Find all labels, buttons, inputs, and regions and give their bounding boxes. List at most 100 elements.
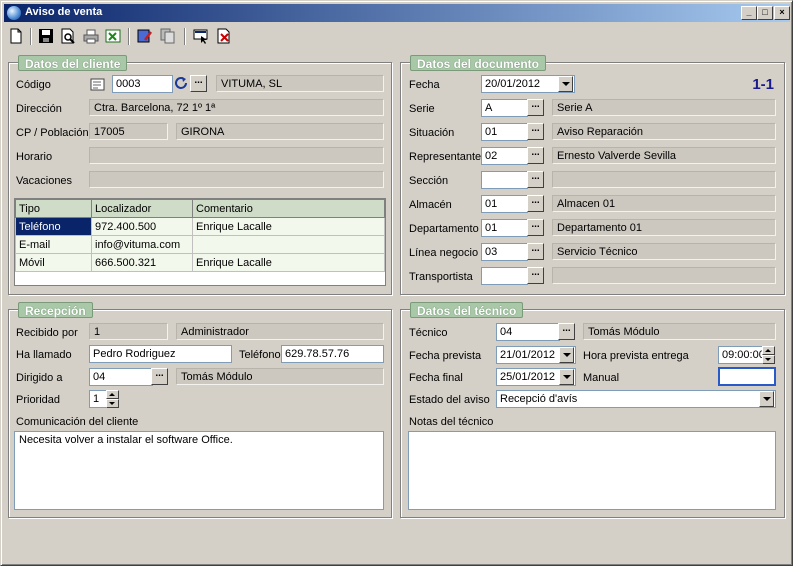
notas-label: Notas del técnico	[409, 416, 494, 428]
prioridad-spinner[interactable]	[106, 390, 119, 408]
edit-icon[interactable]	[136, 27, 154, 45]
fecha-label: Fecha	[409, 79, 440, 91]
linea-field[interactable]: 03	[481, 243, 528, 261]
codigo-lookup-button[interactable]: ...	[190, 75, 207, 92]
document-number: 1-1	[752, 76, 774, 93]
fecha-final-dropdown-button[interactable]	[559, 369, 574, 385]
tecnico-lookup-button[interactable]: ...	[558, 323, 575, 340]
linea-label: Línea negocio	[409, 247, 479, 259]
window-title: Aviso de venta	[25, 6, 103, 18]
recibido-desc: Administrador	[176, 323, 384, 340]
grid-cell[interactable]: Teléfono	[15, 217, 92, 236]
estado-label: Estado del aviso	[409, 394, 490, 406]
select-icon[interactable]	[192, 27, 210, 45]
almacen-desc: Almacen 01	[552, 195, 776, 212]
transportista-lookup-button[interactable]: ...	[527, 267, 544, 284]
horario-field	[89, 147, 384, 164]
prioridad-label: Prioridad	[16, 394, 61, 406]
grid-cell[interactable]: 666.500.321	[91, 253, 193, 272]
serie-lookup-button[interactable]: ...	[527, 99, 544, 116]
fecha-final-label: Fecha final	[409, 372, 463, 384]
save-icon[interactable]	[37, 27, 55, 45]
minimize-button[interactable]: _	[741, 6, 757, 20]
maximize-button[interactable]: □	[757, 6, 773, 20]
llamado-field[interactable]: Pedro Rodriguez	[89, 345, 232, 363]
transportista-label: Transportista	[409, 271, 473, 283]
serie-field[interactable]: A	[481, 99, 528, 117]
departamento-field[interactable]: 01	[481, 219, 528, 237]
comunicacion-label: Comunicación del cliente	[16, 416, 139, 428]
situacion-field[interactable]: 01	[481, 123, 528, 141]
prioridad-field[interactable]: 1	[89, 390, 107, 408]
cp-field: 17005	[89, 123, 168, 140]
table-row[interactable]: Móvil 666.500.321 Enrique Lacalle	[15, 253, 385, 272]
telefono-field[interactable]: 629.78.57.76	[281, 345, 384, 363]
grid-header[interactable]: Tipo	[15, 199, 92, 218]
contactos-grid[interactable]: Tipo Localizador Comentario Teléfono 972…	[14, 198, 386, 286]
close-button[interactable]: ×	[774, 6, 790, 20]
hora-spinner[interactable]	[762, 346, 775, 364]
toolbar	[4, 24, 790, 48]
fecha-prevista-label: Fecha prevista	[409, 350, 482, 362]
delete-icon[interactable]	[215, 27, 233, 45]
tecnico-field[interactable]: 04	[496, 323, 560, 341]
print-icon[interactable]	[82, 27, 100, 45]
dirigido-lookup-button[interactable]: ...	[151, 368, 168, 385]
almacen-label: Almacén	[409, 199, 452, 211]
almacen-lookup-button[interactable]: ...	[527, 195, 544, 212]
fecha-dropdown-button[interactable]	[558, 76, 573, 92]
seccion-lookup-button[interactable]: ...	[527, 171, 544, 188]
situacion-label: Situación	[409, 127, 455, 139]
grid-cell[interactable]: Enrique Lacalle	[192, 217, 385, 236]
grid-header[interactable]: Comentario	[192, 199, 385, 218]
transportista-desc	[552, 267, 776, 284]
departamento-lookup-button[interactable]: ...	[527, 219, 544, 236]
representante-field[interactable]: 02	[481, 147, 528, 165]
representante-label: Representante	[409, 151, 482, 163]
situacion-lookup-button[interactable]: ...	[527, 123, 544, 140]
notas-textarea[interactable]	[408, 431, 776, 510]
recibido-label: Recibido por	[16, 327, 78, 339]
representante-lookup-button[interactable]: ...	[527, 147, 544, 164]
comunicacion-textarea[interactable]: Necesita volver a instalar el software O…	[14, 431, 384, 510]
grid-cell[interactable]: Enrique Lacalle	[192, 253, 385, 272]
fecha-prevista-dropdown-button[interactable]	[559, 347, 574, 363]
preview-icon[interactable]	[59, 27, 77, 45]
seccion-field[interactable]	[481, 171, 528, 189]
serie-desc: Serie A	[552, 99, 776, 116]
new-icon[interactable]	[7, 27, 25, 45]
dirigido-desc: Tomás Módulo	[176, 368, 384, 385]
linea-lookup-button[interactable]: ...	[527, 243, 544, 260]
llamado-label: Ha llamado	[16, 349, 72, 361]
tecnico-label: Técnico	[409, 327, 448, 339]
app-icon	[7, 6, 21, 20]
estado-dropdown-button[interactable]	[759, 391, 774, 407]
card-icon[interactable]	[90, 77, 106, 93]
grid-cell[interactable]: E-mail	[15, 235, 92, 254]
cliente-legend: Datos del cliente	[18, 55, 128, 71]
grid-cell[interactable]: Móvil	[15, 253, 92, 272]
linea-desc: Servicio Técnico	[552, 243, 776, 260]
cliente-nombre: VITUMA, SL	[216, 75, 384, 92]
estado-select[interactable]: Recepció d'avís	[496, 390, 776, 408]
grid-cell[interactable]: info@vituma.com	[91, 235, 193, 254]
departamento-label: Departamento	[409, 223, 479, 235]
telefono-label: Teléfono	[239, 349, 281, 361]
manual-field[interactable]	[718, 367, 776, 386]
departamento-desc: Departamento 01	[552, 219, 776, 236]
excel-icon[interactable]	[104, 27, 122, 45]
copy-icon[interactable]	[159, 27, 177, 45]
title-bar[interactable]: Aviso de venta _ □ ×	[4, 4, 790, 22]
hora-field[interactable]: 09:00:00	[718, 346, 764, 364]
table-row[interactable]: Teléfono 972.400.500 Enrique Lacalle	[15, 217, 385, 236]
transportista-field[interactable]	[481, 267, 528, 285]
grid-header[interactable]: Localizador	[91, 199, 193, 218]
almacen-field[interactable]: 01	[481, 195, 528, 213]
refresh-icon[interactable]	[173, 76, 190, 92]
codigo-field[interactable]: 0003	[112, 75, 173, 93]
table-row[interactable]: E-mail info@vituma.com	[15, 235, 385, 254]
grid-cell[interactable]	[192, 235, 385, 254]
grid-cell[interactable]: 972.400.500	[91, 217, 193, 236]
vacaciones-field	[89, 171, 384, 188]
dirigido-field[interactable]: 04	[89, 368, 153, 386]
